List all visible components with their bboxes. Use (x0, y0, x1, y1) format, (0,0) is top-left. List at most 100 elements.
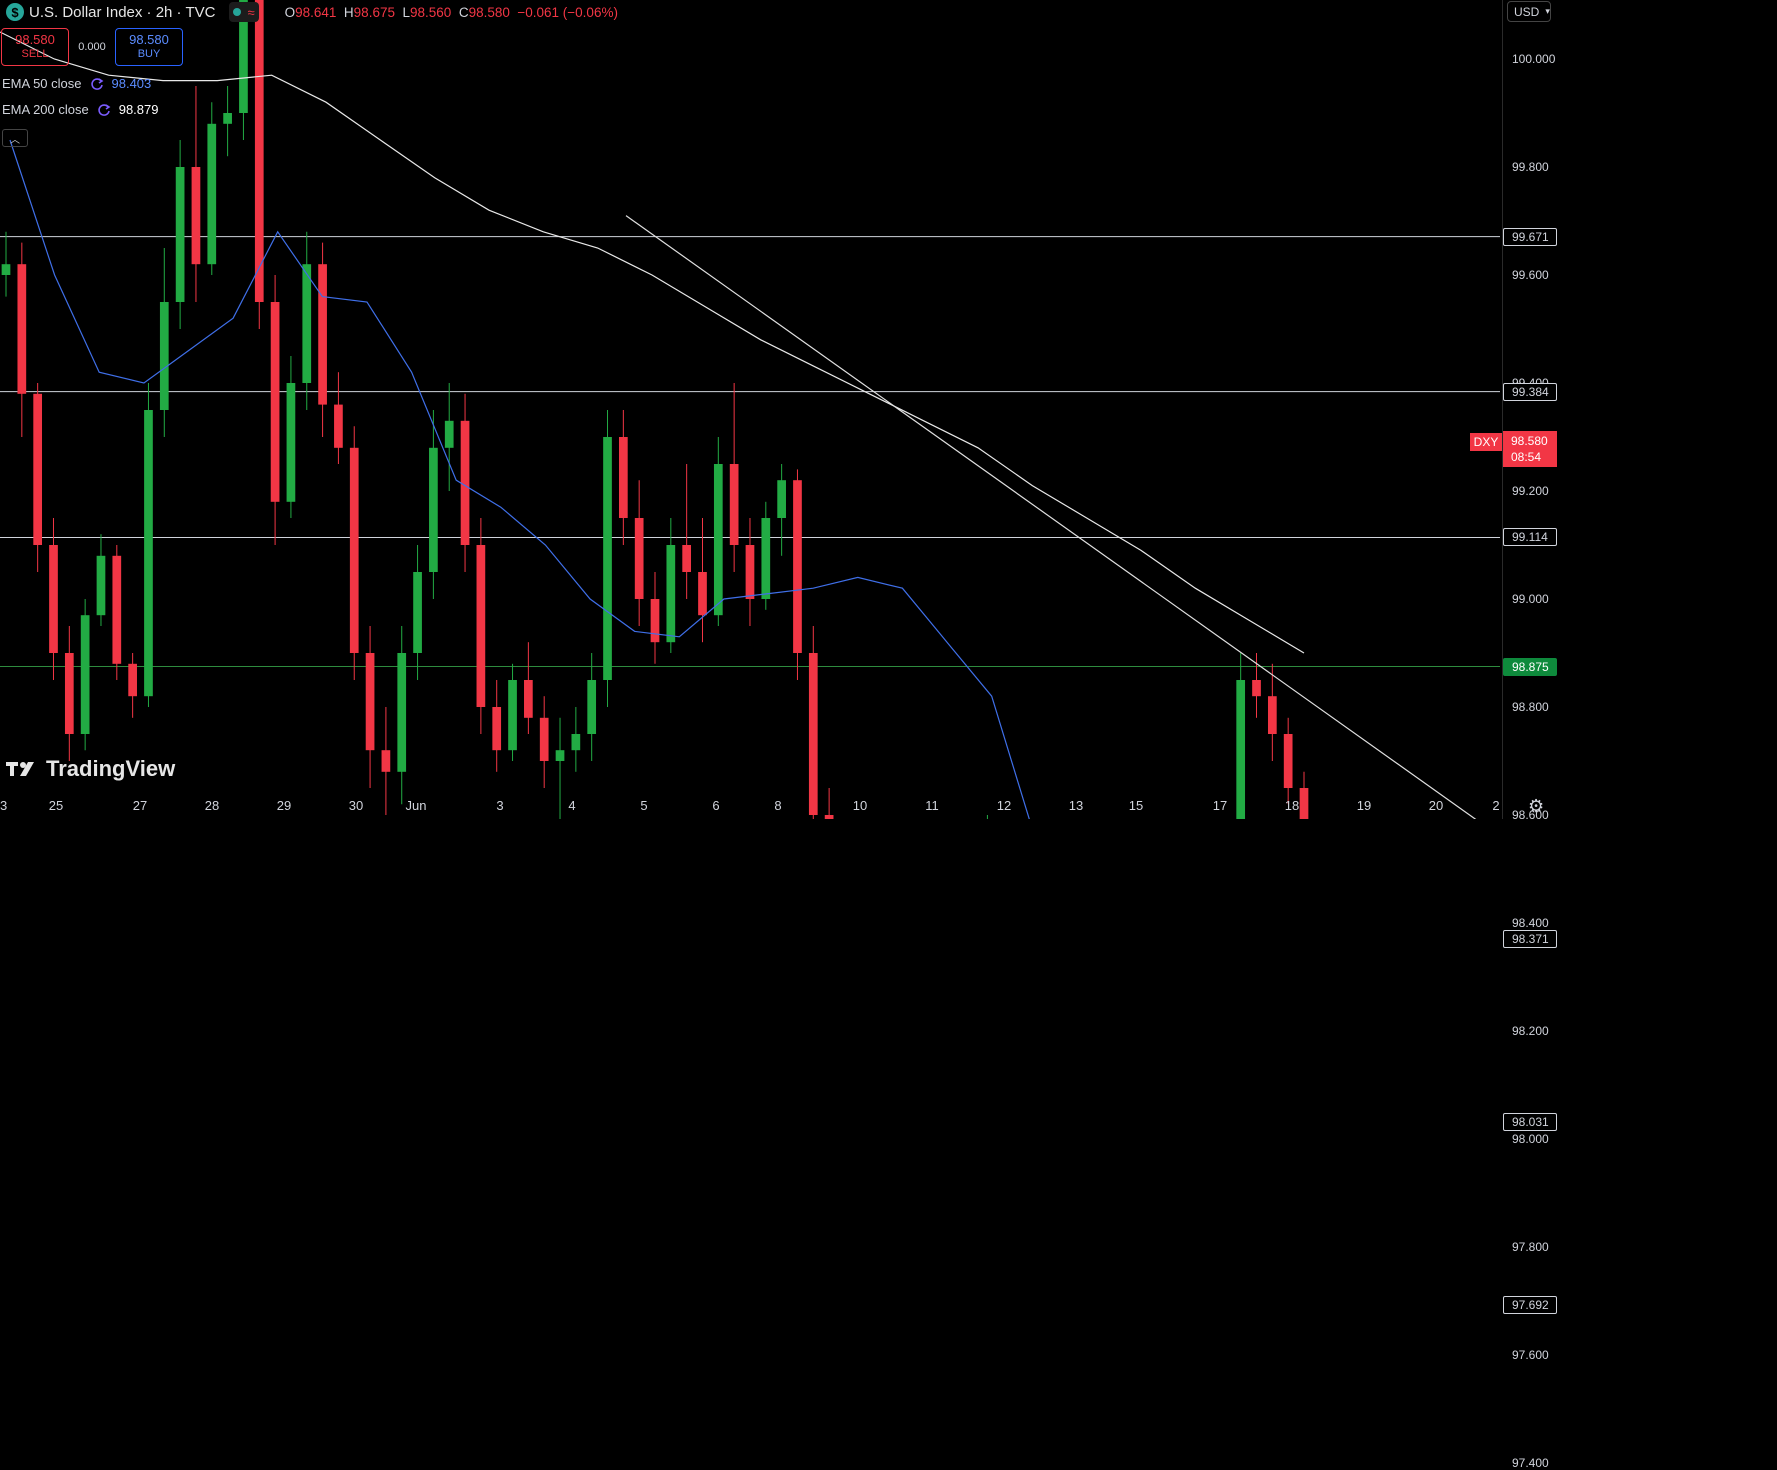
candle-body (587, 680, 597, 734)
bar-countdown: 08:54 (1511, 450, 1542, 464)
x-tick-label: 18 (1284, 798, 1300, 813)
y-tick-label: 97.600 (1512, 1348, 1549, 1362)
x-tick-label: 10 (852, 798, 868, 813)
symbol-icon: $ (6, 3, 24, 21)
ema50-legend[interactable]: EMA 50 close 98.403 (2, 76, 151, 91)
x-tick-label: 6 (712, 798, 720, 813)
candle-body (777, 480, 786, 518)
sell-button[interactable]: 98.580 SELL (1, 28, 69, 66)
chart-header: $ U.S. Dollar Index · 2h · TVC ≈ O98.641… (0, 0, 618, 24)
candle-body (476, 545, 486, 707)
price-chart[interactable] (0, 0, 1568, 819)
x-tick-label: 11 (925, 798, 939, 813)
level-label: 97.692 (1503, 1296, 1557, 1315)
candle-body (254, 0, 264, 302)
x-tick-label: 5 (640, 798, 648, 813)
x-tick-label: 19 (1356, 798, 1372, 813)
change-value: −0.061 (−0.06%) (517, 4, 618, 20)
candle-body (666, 545, 676, 643)
x-tick-label: 25 (48, 798, 64, 813)
y-tick-label: 99.000 (1512, 592, 1549, 606)
candle-body (175, 167, 185, 302)
current-price-tag: 98.580 08:54 (1503, 431, 1557, 467)
x-tick-label: Jun (405, 798, 427, 813)
y-tick-label: 97.400 (1512, 1456, 1549, 1470)
candle-body (808, 653, 818, 815)
currency-selector[interactable]: USD ▾ (1507, 1, 1551, 22)
ema200-legend[interactable]: EMA 200 close 98.879 (2, 102, 158, 117)
market-open-icon (233, 8, 242, 16)
candle-body (571, 734, 581, 751)
candle-body (539, 717, 549, 761)
candle-body (555, 750, 565, 761)
candle-body (1267, 696, 1277, 734)
x-tick-label: 8 (774, 798, 782, 813)
candle-body (698, 572, 707, 616)
candle-body (508, 680, 517, 751)
candle-body (1299, 788, 1309, 819)
candle-body (64, 653, 74, 734)
price-axis-separator (1502, 0, 1503, 819)
candle-body (492, 707, 502, 751)
candle-body (729, 464, 739, 545)
candle-body (713, 464, 723, 616)
candle-body (17, 264, 27, 394)
candle-body (33, 393, 43, 545)
gear-icon[interactable]: ⚙ (1528, 796, 1544, 817)
ema50-value: 98.403 (111, 76, 152, 91)
trade-panel: 98.580 SELL 0.000 98.580 BUY (0, 28, 183, 66)
candle-body (159, 302, 169, 410)
level-label: 98.371 (1503, 929, 1557, 948)
x-tick-label: 4 (568, 798, 576, 813)
x-tick-label: 17 (1212, 798, 1228, 813)
candle-body (793, 480, 802, 653)
x-tick-label: 12 (996, 798, 1012, 813)
refresh-icon[interactable] (90, 77, 104, 91)
candle-body (1252, 680, 1261, 697)
candle-body (1236, 680, 1246, 819)
candle-body (524, 680, 533, 718)
trendline (625, 215, 1477, 819)
candle-body (460, 420, 470, 545)
symbol-tag: DXY (1470, 433, 1502, 451)
candle-body (1, 264, 11, 275)
candle-body (334, 404, 343, 448)
y-tick-label: 98.800 (1512, 700, 1549, 714)
level-label: 99.114 (1503, 528, 1557, 547)
candle-body (302, 264, 312, 383)
candle-body (634, 518, 644, 599)
y-tick-label: 99.600 (1512, 268, 1549, 282)
collapse-legend-button[interactable]: ︿ (2, 129, 28, 147)
spread-value: 0.000 (78, 41, 106, 53)
ema50-line (9, 139, 1030, 819)
x-tick-label: 30 (348, 798, 364, 813)
x-tick-label: 3 (0, 798, 8, 813)
candle-body (144, 410, 153, 697)
level-label: 98.875 (1503, 657, 1557, 676)
candle-body (223, 113, 232, 124)
candle-body (761, 518, 771, 599)
refresh-icon[interactable] (97, 103, 111, 117)
candle-body (444, 420, 454, 448)
candle-body (824, 815, 834, 819)
candle-body (603, 437, 612, 680)
y-tick-label: 97.800 (1512, 1240, 1549, 1254)
y-tick-label: 99.200 (1512, 484, 1549, 498)
candle-body (429, 447, 438, 572)
level-label: 98.031 (1503, 1113, 1557, 1132)
candle-body (286, 383, 296, 502)
market-status[interactable]: ≈ (229, 2, 259, 22)
data-delay-icon: ≈ (247, 4, 255, 20)
x-tick-label: 29 (276, 798, 292, 813)
symbol-title[interactable]: U.S. Dollar Index · 2h · TVC (29, 4, 215, 21)
candle-body (112, 555, 122, 664)
buy-button[interactable]: 98.580 BUY (115, 28, 183, 66)
x-tick-label: 15 (1128, 798, 1144, 813)
candle-body (49, 545, 58, 653)
tradingview-logo[interactable]: TradingView (6, 756, 175, 782)
y-tick-label: 98.200 (1512, 1024, 1549, 1038)
candle-body (96, 555, 106, 616)
x-tick-label: 27 (132, 798, 148, 813)
level-label: 99.671 (1503, 227, 1557, 246)
ema200-value: 98.879 (118, 102, 159, 117)
